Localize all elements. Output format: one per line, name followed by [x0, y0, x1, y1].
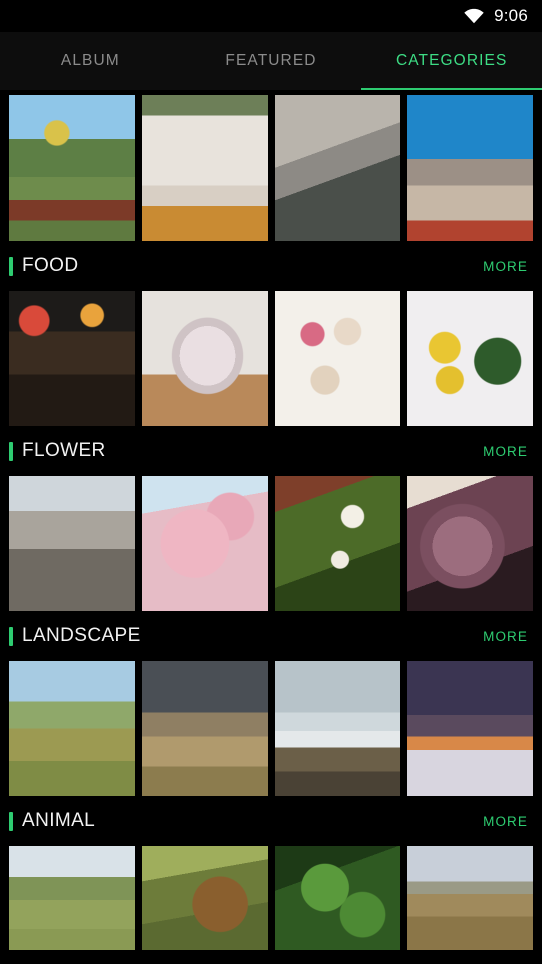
thumbnail-featured-3[interactable]	[274, 95, 401, 241]
tab-album-label: ALBUM	[60, 52, 120, 69]
photo-radish-flatlay	[274, 291, 401, 426]
photo-cherry-blossom	[141, 476, 268, 611]
thumbnail-landscape-2[interactable]	[141, 661, 268, 796]
tab-featured-label: FEATURED	[225, 52, 317, 69]
wifi-icon	[464, 8, 484, 24]
thumbnail-row-animal	[0, 846, 542, 950]
section-header-food: FOOD MORE	[0, 241, 542, 291]
status-bar: 9:06	[0, 0, 542, 32]
section-header-animal: ANIMAL MORE	[0, 796, 542, 846]
thumbnail-food-3[interactable]	[274, 291, 401, 426]
photo-glacier-road	[274, 661, 401, 796]
photo-brown-bear	[141, 846, 268, 950]
accent-bar-icon	[9, 626, 13, 646]
thumbnail-featured-2[interactable]	[141, 95, 268, 241]
more-link-flower[interactable]: MORE	[483, 444, 528, 459]
photo-antelope	[407, 846, 533, 950]
thumbnail-animal-2[interactable]	[141, 846, 268, 950]
section-title-flower: FLOWER	[22, 440, 106, 461]
status-bar-clock: 9:06	[494, 6, 528, 25]
categories-scroll-area[interactable]: FOOD MORE FLOWER MORE LANDSCAPE MORE ANI…	[0, 90, 542, 964]
tab-categories[interactable]: CATEGORIES	[361, 32, 542, 90]
thumbnail-flower-1[interactable]	[9, 476, 135, 611]
photo-two-women	[9, 476, 135, 611]
tab-album[interactable]: ALBUM	[0, 32, 181, 90]
tab-categories-label: CATEGORIES	[395, 52, 508, 69]
section-header-landscape: LANDSCAPE MORE	[0, 611, 542, 661]
photo-house-palm-tree	[407, 95, 533, 241]
section-title-animal: ANIMAL	[22, 810, 96, 831]
thumbnail-row-landscape	[0, 661, 542, 796]
thumbnail-food-4[interactable]	[407, 291, 533, 426]
photo-clover-leaves	[274, 846, 401, 950]
featured-thumbnail-row	[0, 95, 542, 241]
section-title-landscape: LANDSCAPE	[22, 625, 141, 646]
thumbnail-featured-1[interactable]	[9, 95, 135, 241]
accent-bar-icon	[9, 256, 13, 276]
thumbnail-food-2[interactable]	[141, 291, 268, 426]
accent-bar-icon	[9, 441, 13, 461]
tab-bar: ALBUM FEATURED CATEGORIES	[0, 32, 542, 90]
more-link-food[interactable]: MORE	[483, 259, 528, 274]
thumbnail-landscape-3[interactable]	[274, 661, 401, 796]
photo-snowy-sunset	[407, 661, 533, 796]
section-title-food: FOOD	[22, 255, 79, 276]
thumbnail-animal-3[interactable]	[274, 846, 401, 950]
photo-forest-fire-sign	[9, 95, 135, 241]
photo-street-food	[9, 291, 135, 426]
more-link-animal[interactable]: MORE	[483, 814, 528, 829]
tab-featured[interactable]: FEATURED	[181, 32, 362, 90]
thumbnail-landscape-4[interactable]	[407, 661, 533, 796]
photo-ice-cream-trailer	[141, 95, 268, 241]
thumbnail-flower-2[interactable]	[141, 476, 268, 611]
thumbnail-row-food	[0, 291, 542, 426]
photo-canyon-storm	[141, 661, 268, 796]
thumbnail-landscape-1[interactable]	[9, 661, 135, 796]
thumbnail-featured-4[interactable]	[407, 95, 533, 241]
thumbnail-animal-4[interactable]	[407, 846, 533, 950]
photo-man-portrait	[274, 95, 401, 241]
accent-bar-icon	[9, 811, 13, 831]
thumbnail-flower-3[interactable]	[274, 476, 401, 611]
photo-peony-bloom	[407, 476, 533, 611]
thumbnail-animal-1[interactable]	[9, 846, 135, 950]
thumbnail-food-1[interactable]	[9, 291, 135, 426]
photo-lemons-flatlay	[407, 291, 533, 426]
photo-giraffes	[9, 846, 135, 950]
thumbnail-row-flower	[0, 476, 542, 611]
section-header-flower: FLOWER MORE	[0, 426, 542, 476]
photo-jasmine-branch	[274, 476, 401, 611]
photo-desert-shrubs	[9, 661, 135, 796]
more-link-landscape[interactable]: MORE	[483, 629, 528, 644]
photo-salad-bowl	[141, 291, 268, 426]
thumbnail-flower-4[interactable]	[407, 476, 533, 611]
